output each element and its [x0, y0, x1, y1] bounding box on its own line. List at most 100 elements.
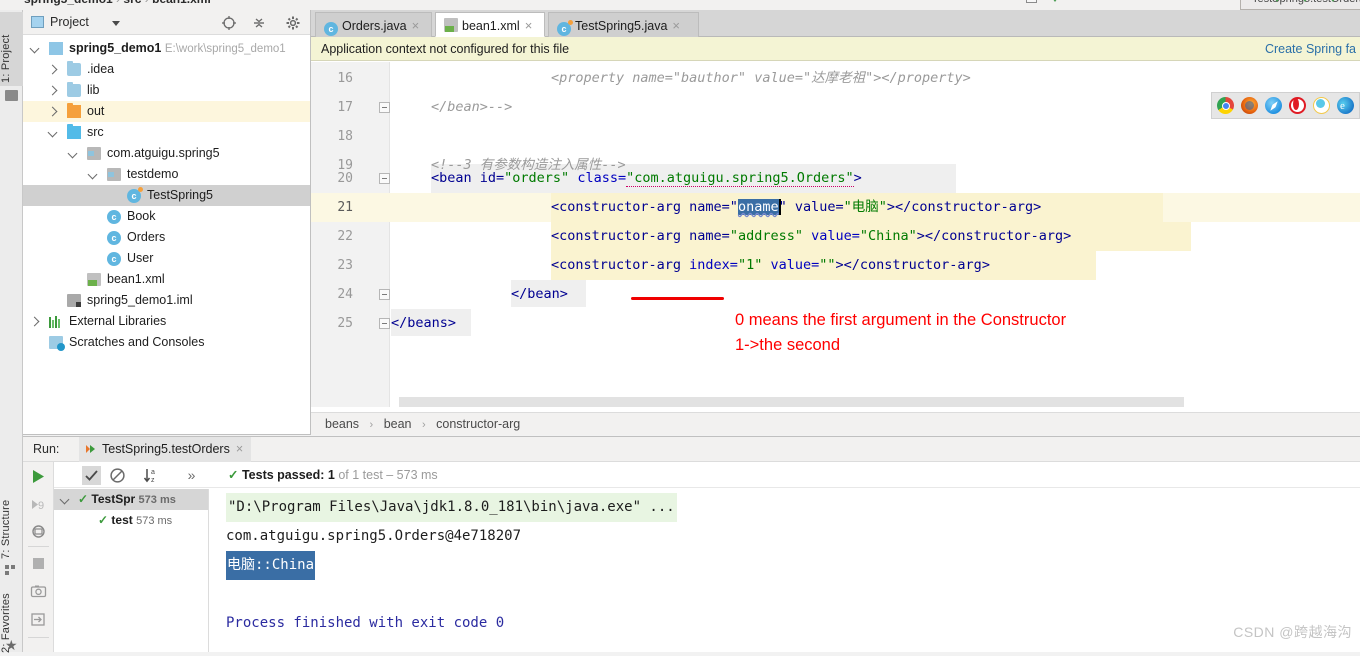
editor-tab-bean1-xml[interactable]: bean1.xml× [435, 12, 545, 37]
toggle-auto-test-icon[interactable] [30, 523, 47, 540]
tree-item-orders[interactable]: c Orders [23, 227, 310, 248]
tree-item-scratches[interactable]: Scratches and Consoles [23, 332, 310, 353]
check-icon: ✓ [228, 468, 238, 482]
close-icon[interactable]: × [525, 18, 533, 33]
show-passed-icon[interactable] [82, 466, 101, 485]
sort-alphabetically-icon[interactable]: az [142, 466, 161, 485]
selected-attribute-value[interactable]: oname [738, 199, 779, 215]
chevron-down-icon[interactable] [88, 170, 98, 180]
tree-item-label: TestSpring5 [147, 188, 213, 202]
code-line-25: </beans> [391, 309, 456, 338]
tree-item-book[interactable]: c Book [23, 206, 310, 227]
test-results-tree[interactable]: ✓ TestSpr 573 ms ✓ test 573 ms [54, 489, 209, 652]
fold-icon[interactable] [379, 318, 390, 329]
tree-item-testspring5[interactable]: c TestSpring5 [23, 185, 310, 206]
more-icon[interactable]: » [182, 466, 201, 485]
open-in-browser-popup[interactable]: e [1211, 92, 1360, 119]
sidebar-tab-project[interactable]: 1: Project [0, 12, 23, 86]
rerun-icon[interactable] [30, 468, 47, 485]
breadcrumb-bean[interactable]: bean [384, 417, 412, 431]
tree-item-testdemo[interactable]: testdemo [23, 164, 310, 185]
svg-text:z: z [151, 477, 155, 484]
chevron-down-icon[interactable] [60, 495, 70, 505]
tree-item-package[interactable]: com.atguigu.spring5 [23, 143, 310, 164]
gear-icon[interactable] [285, 15, 301, 31]
tree-item-iml[interactable]: spring5_demo1.iml [23, 290, 310, 311]
collapse-all-icon[interactable] [251, 15, 267, 31]
chevron-right-icon[interactable] [48, 86, 58, 96]
chevron-right-icon[interactable] [30, 317, 40, 327]
locate-icon[interactable] [221, 15, 237, 31]
close-icon[interactable]: × [236, 442, 243, 456]
close-icon[interactable]: × [672, 18, 680, 33]
breadcrumb-project[interactable]: spring5_demo1 [24, 0, 113, 6]
editor-gutter[interactable]: 16 17 18 19 20 21 22 23 24 25 [311, 62, 390, 407]
breadcrumb-beans[interactable]: beans [325, 417, 359, 431]
console-output[interactable]: "D:\Program Files\Java\jdk1.8.0_181\bin\… [210, 489, 1360, 652]
code-line-22: <constructor-arg name="address" value="C… [551, 222, 1071, 251]
chevron-down-icon[interactable] [30, 44, 40, 54]
close-icon[interactable]: × [412, 18, 420, 33]
coverage-icon[interactable] [1328, 0, 1338, 2]
firefox-icon[interactable] [1241, 97, 1258, 114]
screenshot-icon[interactable] [30, 583, 47, 600]
tree-item-label: .idea [87, 62, 114, 76]
chevron-right-icon[interactable] [48, 107, 58, 117]
show-ignored-icon[interactable] [108, 466, 127, 485]
fold-icon[interactable] [379, 102, 390, 113]
tree-item-external-libraries[interactable]: External Libraries [23, 311, 310, 332]
tree-item-bean1-xml[interactable]: bean1.xml [23, 269, 310, 290]
xml-breadcrumb[interactable]: beans › bean › constructor-arg [311, 412, 1360, 435]
test-tree-row-suite[interactable]: ✓ TestSpr 573 ms [54, 489, 208, 510]
opera-icon[interactable] [1289, 97, 1306, 114]
breadcrumb-separator: › [370, 419, 374, 431]
breadcrumb-file[interactable]: bean1.xml [152, 0, 211, 6]
fold-icon[interactable] [379, 289, 390, 300]
run-tab[interactable]: TestSpring5.testOrders× [79, 437, 251, 462]
editor-tab-testspring5-java[interactable]: cTestSpring5.java× [548, 12, 699, 37]
class-icon: c [324, 22, 338, 36]
code-line-23: <constructor-arg index="1" value=""></co… [551, 251, 990, 280]
project-tree[interactable]: spring5_demo1 E:\work\spring5_demo1 .ide… [23, 36, 310, 434]
sidebar-tab-structure[interactable]: 7: Structure [0, 480, 23, 562]
chevron-down-icon[interactable] [48, 128, 58, 138]
run-icon[interactable] [1272, 0, 1282, 2]
dropdown-caret-icon[interactable] [1050, 0, 1060, 2]
export-icon[interactable] [30, 611, 47, 628]
edge-icon[interactable]: e [1337, 97, 1354, 114]
debug-icon[interactable] [1300, 0, 1310, 2]
fold-icon[interactable] [379, 173, 390, 184]
breadcrumb-constructor-arg[interactable]: constructor-arg [436, 417, 520, 431]
edge-legacy-icon[interactable] [1313, 97, 1330, 114]
run-left-toolbar[interactable]: 9 [23, 462, 54, 652]
safari-icon[interactable] [1265, 97, 1282, 114]
chevron-down-icon[interactable] [68, 149, 78, 159]
tree-item-src[interactable]: src [23, 122, 310, 143]
create-spring-facet-link[interactable]: Create Spring fa [1265, 37, 1356, 61]
module-folder-icon [49, 42, 63, 55]
tree-item-out[interactable]: out [23, 101, 310, 122]
editor-tab-orders-java[interactable]: cOrders.java× [315, 12, 432, 37]
window-breadcrumb[interactable]: spring5_demo1 › src › bean1.xml [24, 0, 211, 6]
breadcrumb-src[interactable]: src [123, 0, 141, 6]
chrome-icon[interactable] [1217, 97, 1234, 114]
test-tree-row-test[interactable]: ✓ test 573 ms [54, 510, 208, 531]
rerun-failed-icon[interactable]: 9 [30, 496, 47, 513]
chevron-down-icon[interactable] [112, 21, 120, 26]
line-number: 25 [311, 309, 353, 338]
console-line-command: "D:\Program Files\Java\jdk1.8.0_181\bin\… [226, 493, 1360, 522]
chevron-right-icon[interactable] [48, 65, 58, 75]
editor-horizontal-scrollbar[interactable] [399, 397, 1184, 407]
console-selected-text[interactable]: 电脑::China [226, 551, 315, 580]
tree-item-lib[interactable]: lib [23, 80, 310, 101]
code-token: ></constructor-arg> [887, 199, 1041, 215]
stop-window-icon[interactable] [1026, 0, 1037, 3]
tree-item-user[interactable]: c User [23, 248, 310, 269]
stop-icon[interactable] [30, 555, 47, 572]
tree-item-module[interactable]: spring5_demo1 E:\work\spring5_demo1 [23, 38, 310, 59]
project-tool-window: Project spring5_demo1 E:\work\spring5_de… [23, 10, 311, 435]
run-test-toolbar[interactable]: az » ✓ Tests passed: 1 of 1 test – 573 m… [54, 462, 1360, 488]
run-panel-label: Run: [33, 442, 59, 456]
tree-item-idea[interactable]: .idea [23, 59, 310, 80]
console-line-selected: 电脑::China [226, 551, 1360, 580]
